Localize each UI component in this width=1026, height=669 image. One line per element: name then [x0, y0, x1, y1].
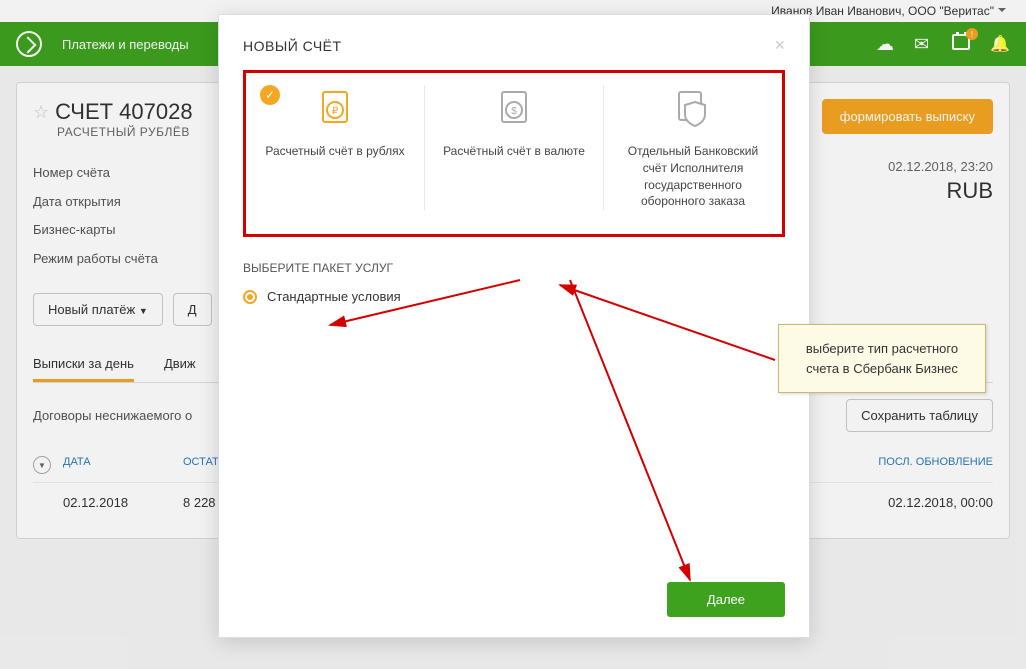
type-fx-account[interactable]: $ Расчётный счёт в валюте — [425, 85, 604, 210]
modal-title: НОВЫЙ СЧЁТ — [243, 38, 342, 54]
svg-text:₽: ₽ — [332, 106, 339, 117]
radio-icon — [243, 290, 257, 304]
check-icon: ✓ — [260, 85, 280, 105]
type-rub-account[interactable]: ✓ ₽ Расчетный счёт в рублях — [246, 85, 425, 210]
type-gov-account[interactable]: Отдельный Банковский счёт Исполнителя го… — [604, 85, 782, 210]
ruble-doc-icon: ₽ — [258, 85, 412, 135]
svg-text:$: $ — [511, 106, 517, 117]
next-button[interactable]: Далее — [667, 582, 785, 617]
package-title: ВЫБЕРИТЕ ПАКЕТ УСЛУГ — [243, 261, 785, 275]
close-icon[interactable]: × — [774, 35, 785, 56]
help-callout: выберите тип расчетного счета в Сбербанк… — [778, 324, 986, 393]
dollar-doc-icon: $ — [437, 85, 591, 135]
new-account-modal: НОВЫЙ СЧЁТ × ✓ ₽ Расчетный счёт в рублях… — [218, 14, 810, 638]
package-standard[interactable]: Стандартные условия — [243, 289, 785, 304]
shield-doc-icon — [616, 85, 770, 135]
account-types: ✓ ₽ Расчетный счёт в рублях $ Расчётный … — [243, 70, 785, 237]
